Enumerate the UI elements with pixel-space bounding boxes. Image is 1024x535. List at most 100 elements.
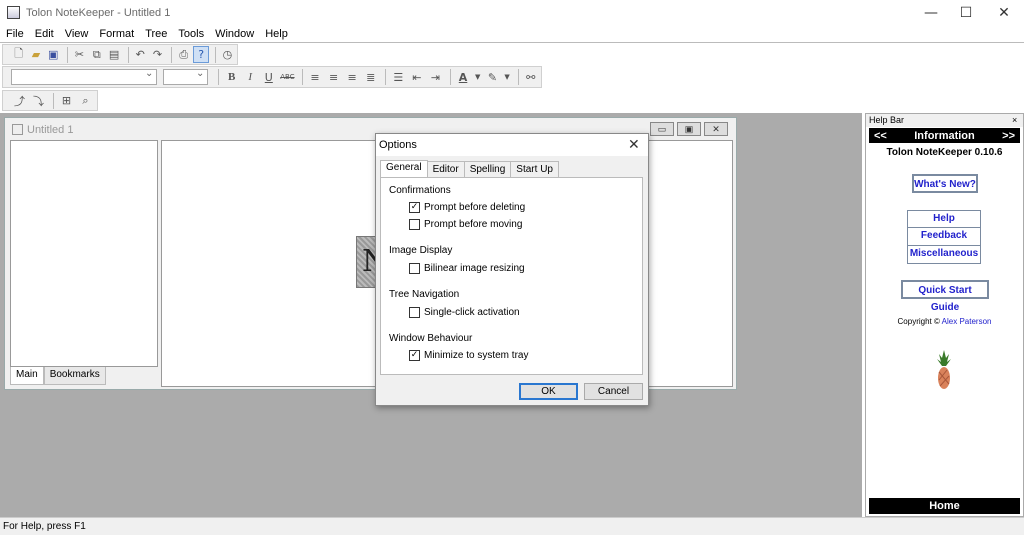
tab-editor[interactable]: Editor (426, 161, 465, 177)
close-button[interactable]: ✕ (981, 0, 1024, 26)
group-tree-navigation: Tree Navigation (389, 289, 460, 300)
align-left-icon[interactable]: ≡ (307, 69, 324, 86)
whats-new-link[interactable]: What's New? (912, 174, 978, 193)
feedback-link[interactable]: Feedback (907, 228, 981, 246)
bullet-list-icon[interactable]: ☰ (390, 69, 407, 86)
copy-icon[interactable]: ⧉ (89, 46, 104, 63)
title-bar: Tolon NoteKeeper - Untitled 1 — ☐ ✕ (0, 0, 1024, 26)
print-icon[interactable]: ⎙ (176, 46, 191, 63)
save-icon[interactable]: ▣ (46, 46, 61, 63)
group-confirmations: Confirmations (389, 185, 451, 196)
help-bar-title: Help Bar (866, 114, 1023, 127)
font-color-dropdown-icon[interactable]: ▼ (473, 69, 482, 86)
cut-icon[interactable]: ✂ (72, 46, 87, 63)
font-color-button[interactable]: A (455, 69, 472, 86)
single-click-activation-checkbox[interactable]: Single-click activation (409, 307, 520, 318)
zoom-icon[interactable]: ⌕ (77, 92, 94, 109)
pineapple-icon (937, 350, 951, 389)
checkbox-label: Minimize to system tray (424, 350, 529, 361)
help-home-button[interactable]: Home (869, 498, 1020, 514)
checkbox-box (409, 263, 420, 274)
doc-close-button[interactable]: ✕ (704, 122, 728, 136)
toolbar-separator (385, 69, 386, 85)
doc-minimize-button[interactable]: ▭ (650, 122, 674, 136)
tab-bookmarks[interactable]: Bookmarks (43, 367, 106, 385)
general-tab-page: Confirmations ✓ Prompt before deleting P… (380, 177, 643, 375)
checkbox-box (409, 219, 420, 230)
tab-main[interactable]: Main (10, 367, 44, 385)
new-file-icon[interactable]: 🗋 (11, 46, 26, 63)
group-window-behaviour: Window Behaviour (389, 333, 473, 344)
ok-button[interactable]: OK (519, 383, 578, 400)
find-binoculars-icon[interactable]: ⚯ (522, 69, 539, 86)
tab-general[interactable]: General (380, 160, 428, 178)
dialog-close-icon[interactable]: ✕ (628, 134, 640, 156)
document-title: Untitled 1 (27, 124, 74, 136)
help-context-icon[interactable]: ? (193, 46, 209, 63)
tree-move-down-icon[interactable]: ⤵ (30, 92, 47, 109)
copyright-text: Copyright © Alex Paterson (866, 317, 1023, 326)
italic-button[interactable]: I (242, 69, 259, 86)
align-center-icon[interactable]: ≡ (325, 69, 342, 86)
tree-pane[interactable] (10, 140, 158, 367)
toolbar-separator (53, 92, 54, 109)
checkbox-label: Prompt before deleting (424, 202, 526, 213)
paste-icon[interactable]: ▤ (106, 46, 121, 63)
font-name-combo[interactable] (11, 68, 158, 85)
quick-start-link[interactable]: Quick Start Guide (901, 280, 989, 313)
highlight-icon[interactable]: ✎ (484, 69, 501, 86)
prompt-before-moving-checkbox[interactable]: Prompt before moving (409, 219, 522, 230)
align-right-icon[interactable]: ≡ (344, 69, 361, 86)
tab-spelling[interactable]: Spelling (463, 161, 512, 177)
menu-window[interactable]: Window (215, 28, 254, 40)
help-bar-close-icon[interactable]: × (1012, 114, 1017, 127)
menu-tools[interactable]: Tools (178, 28, 204, 40)
toolbar-separator (66, 46, 68, 63)
bilinear-resizing-checkbox[interactable]: Bilinear image resizing (409, 263, 525, 274)
increase-indent-icon[interactable]: ⇥ (427, 69, 444, 86)
redo-icon[interactable]: ↷ (150, 46, 165, 63)
menu-view[interactable]: View (65, 28, 89, 40)
toolbar-separator (218, 69, 220, 85)
menu-help[interactable]: Help (265, 28, 288, 40)
checkbox-label: Single-click activation (424, 307, 520, 318)
toolbar-separator (517, 69, 519, 85)
help-bar-header: << Information >> (869, 128, 1020, 143)
cancel-button[interactable]: Cancel (584, 383, 643, 400)
checkbox-label: Bilinear image resizing (424, 263, 525, 274)
underline-button[interactable]: U (261, 69, 278, 86)
menu-tree[interactable]: Tree (145, 28, 167, 40)
checkbox-box: ✓ (409, 202, 420, 213)
fit-view-icon[interactable]: ⊞ (58, 92, 75, 109)
bold-button[interactable]: B (223, 69, 240, 86)
help-header-title: Information (914, 129, 975, 142)
miscellaneous-link[interactable]: Miscellaneous (907, 246, 981, 264)
status-bar: For Help, press F1 (0, 517, 1024, 535)
author-link[interactable]: Alex Paterson (942, 317, 992, 326)
help-link[interactable]: Help (907, 210, 981, 228)
menu-file[interactable]: File (6, 28, 24, 40)
undo-icon[interactable]: ↶ (133, 46, 148, 63)
standard-toolbar: 🗋 ▰ ▣ ✂ ⧉ ▤ ↶ ↷ ⎙ ? ◷ (2, 44, 238, 65)
app-icon (7, 6, 20, 19)
help-next-button[interactable]: >> (1002, 130, 1015, 142)
tab-start-up[interactable]: Start Up (510, 161, 559, 177)
format-toolbar: B I U ABC ≡ ≡ ≡ ≣ ☰ ⇤ ⇥ A ▼ ✎ ▼ ⚯ (2, 66, 542, 88)
minimize-to-tray-checkbox[interactable]: ✓ Minimize to system tray (409, 350, 528, 361)
open-folder-icon[interactable]: ▰ (28, 46, 43, 63)
justify-icon[interactable]: ≣ (362, 69, 379, 86)
tree-move-up-icon[interactable]: ⤴ (11, 92, 28, 109)
menu-format[interactable]: Format (99, 28, 134, 40)
doc-restore-button[interactable]: ▣ (677, 122, 701, 136)
decrease-indent-icon[interactable]: ⇤ (409, 69, 426, 86)
tree-tabs: Main Bookmarks (10, 367, 158, 385)
toolbar-separator (171, 46, 173, 63)
highlight-dropdown-icon[interactable]: ▼ (503, 69, 512, 86)
font-size-combo[interactable] (163, 68, 209, 85)
strikethrough-button[interactable]: ABC (279, 69, 296, 86)
clock-icon[interactable]: ◷ (220, 46, 235, 63)
menu-edit[interactable]: Edit (35, 28, 54, 40)
prompt-before-deleting-checkbox[interactable]: ✓ Prompt before deleting (409, 202, 525, 213)
document-icon (12, 124, 23, 135)
help-prev-button[interactable]: << (874, 130, 887, 142)
